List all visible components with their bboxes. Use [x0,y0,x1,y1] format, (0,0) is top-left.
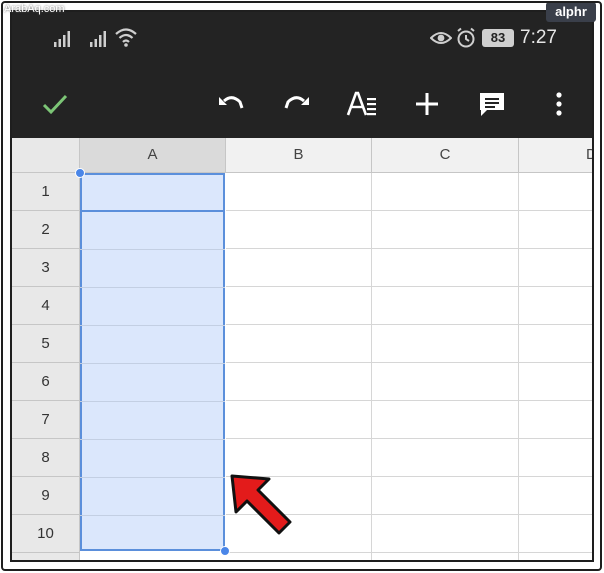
table-cell[interactable] [519,401,592,439]
row-header-2[interactable]: 2 [12,211,80,249]
more-vert-icon[interactable] [544,89,574,119]
row-divider [80,477,225,478]
row-divider [80,515,225,516]
table-cell[interactable] [226,173,372,211]
text-format-icon[interactable] [346,89,376,119]
table-cell[interactable] [372,211,519,249]
row-divider [80,249,225,250]
column-header-c[interactable]: C [372,138,519,173]
table-cell[interactable] [372,515,519,553]
row-divider [80,363,225,364]
table-cell[interactable] [372,249,519,287]
row-header-9[interactable]: 9 [12,477,80,515]
table-cell[interactable] [519,439,592,477]
table-cell[interactable] [372,173,519,211]
row-header-8[interactable]: 8 [12,439,80,477]
table-cell[interactable] [372,401,519,439]
alphr-logo: alphr [546,2,596,22]
check-icon[interactable] [40,89,70,119]
selected-column-a[interactable] [80,173,225,551]
table-cell[interactable] [372,363,519,401]
editor-toolbar [12,68,592,138]
row-header-7[interactable]: 7 [12,401,80,439]
signal-icon [54,29,74,52]
clock-time: 7:27 [520,27,557,48]
column-header-a[interactable]: A [80,138,226,173]
row-header-11[interactable] [12,553,80,560]
eye-icon [429,30,453,51]
alarm-icon [456,27,476,54]
row-divider [80,287,225,288]
table-cell[interactable] [519,477,592,515]
add-icon[interactable] [412,89,442,119]
table-cell[interactable] [226,553,372,560]
active-cell-a1[interactable] [80,173,225,212]
table-cell[interactable] [519,553,592,560]
row-header-1[interactable]: 1 [12,173,80,211]
row-divider [80,325,225,326]
table-cell[interactable] [519,325,592,363]
row-divider [80,401,225,402]
table-cell[interactable] [519,363,592,401]
site-watermark: ArabAq.com [4,3,65,15]
table-cell[interactable] [226,401,372,439]
table-cell[interactable] [226,287,372,325]
table-cell[interactable] [519,515,592,553]
table-cell[interactable] [519,211,592,249]
wifi-icon [114,26,138,53]
selection-handle-top[interactable] [75,168,85,178]
selection-handle-bottom[interactable] [220,546,230,556]
signal-icon [90,29,110,52]
column-header-b[interactable]: B [226,138,372,173]
table-cell[interactable] [372,477,519,515]
comment-icon[interactable] [477,89,507,119]
table-cell[interactable] [372,439,519,477]
table-cell[interactable] [519,173,592,211]
phone-screen: 83 7:27 A B C 1 2 3 4 5 6 7 8 9 10 [10,10,594,562]
table-cell[interactable] [519,249,592,287]
table-cell[interactable] [372,287,519,325]
screenshot-frame: 83 7:27 A B C 1 2 3 4 5 6 7 8 9 10 ArabA… [0,0,604,573]
table-cell[interactable] [226,249,372,287]
status-bar: 83 7:27 [12,12,592,68]
row-header-10[interactable]: 10 [12,515,80,553]
redo-icon[interactable] [282,89,312,119]
row-header-5[interactable]: 5 [12,325,80,363]
table-cell[interactable] [226,363,372,401]
row-header-6[interactable]: 6 [12,363,80,401]
row-divider [80,439,225,440]
row-header-4[interactable]: 4 [12,287,80,325]
undo-icon[interactable] [216,89,246,119]
table-cell[interactable] [372,325,519,363]
battery-level: 83 [482,29,514,47]
column-header-d[interactable]: D [519,138,592,173]
table-cell[interactable] [372,553,519,560]
table-cell[interactable] [226,325,372,363]
spreadsheet-grid: A B C D 1 2 3 4 5 6 7 8 9 10 [12,138,592,560]
table-cell[interactable] [226,211,372,249]
select-all-corner[interactable] [12,138,80,173]
red-arrow-annotation [228,472,298,543]
table-cell[interactable] [519,287,592,325]
row-header-3[interactable]: 3 [12,249,80,287]
